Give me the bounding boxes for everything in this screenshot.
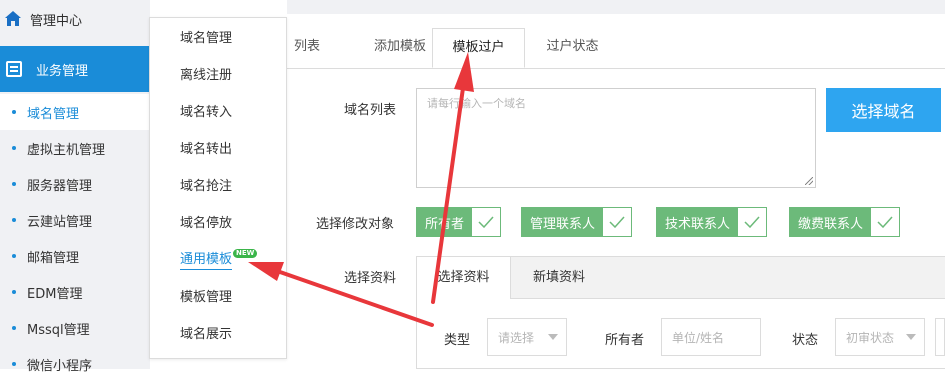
target-billing-contact-toggle[interactable]: 缴费联系人 xyxy=(789,207,901,237)
sidebar-item-server[interactable]: 服务器管理 xyxy=(0,166,150,202)
target-tech-contact-toggle[interactable]: 技术联系人 xyxy=(656,207,768,237)
sidebar-item-label: 虚拟主机管理 xyxy=(27,142,106,158)
submenu-item-domain-transfer-in[interactable]: 域名转入 xyxy=(150,92,286,129)
bullet-icon xyxy=(12,326,16,330)
bullet-icon xyxy=(12,254,16,258)
target-admin-contact-toggle[interactable]: 管理联系人 xyxy=(521,207,633,237)
submenu-item-domain-parking[interactable]: 域名停放 xyxy=(150,203,286,240)
submenu-item-label: 域名展示 xyxy=(180,327,233,342)
extra-field-edge[interactable] xyxy=(935,318,945,356)
check-icon xyxy=(603,208,631,236)
data-label: 选择资料 xyxy=(344,271,397,286)
sidebar-item-domain[interactable]: 域名管理 xyxy=(0,94,151,130)
tag-label: 缴费联系人 xyxy=(790,208,872,236)
domain-list-label: 域名列表 xyxy=(344,103,397,118)
submenu-item-general-template[interactable]: 通用模板 NEW xyxy=(150,240,286,277)
domain-submenu: 域名管理 离线注册 域名转入 域名转出 域名抢注 域名停放 通用模板 NEW 模板… xyxy=(149,17,287,359)
submenu-item-template-management[interactable]: 模板管理 xyxy=(150,277,286,314)
tab-label: 列表 xyxy=(293,39,320,54)
bullet-icon xyxy=(12,290,16,294)
tag-label: 所有者 xyxy=(417,208,473,236)
owner-input-placeholder: 单位/姓名 xyxy=(672,330,725,345)
tab-label: 过户状态 xyxy=(546,39,599,54)
tag-label: 管理联系人 xyxy=(522,208,604,236)
subtab-label: 选择资料 xyxy=(437,270,490,285)
submenu-item-label: 离线注册 xyxy=(180,68,233,83)
sidebar-item-edm[interactable]: EDM管理 xyxy=(0,274,150,310)
sidebar-item-label: 邮箱管理 xyxy=(27,250,80,266)
submenu-item-offline-register[interactable]: 离线注册 xyxy=(150,55,286,92)
sidebar-item-virtual-host[interactable]: 虚拟主机管理 xyxy=(0,130,150,166)
main-content: 列表 添加模板 模板过户 过户状态 域名列表 请每行输入一个域名 选择域名 选择… xyxy=(287,0,945,369)
submenu-item-domain-transfer-out[interactable]: 域名转出 xyxy=(150,129,286,166)
status-label: 状态 xyxy=(792,333,819,348)
management-center-link[interactable]: 管理中心 xyxy=(0,0,150,38)
select-domain-button[interactable]: 选择域名 xyxy=(826,88,941,132)
home-icon xyxy=(5,11,21,26)
domain-list-placeholder: 请每行输入一个域名 xyxy=(427,97,526,110)
business-management-label: 业务管理 xyxy=(36,63,89,79)
tab-template-transfer[interactable]: 模板过户 xyxy=(432,28,525,68)
bullet-icon xyxy=(12,182,16,186)
sidebar-item-label: 域名管理 xyxy=(27,106,80,122)
bullet-icon xyxy=(12,218,16,222)
submenu-item-label: 模板管理 xyxy=(180,290,233,305)
check-icon xyxy=(738,208,766,236)
sidebar-item-label: 云建站管理 xyxy=(27,214,93,230)
sidebar-item-label: 微信小程序 xyxy=(27,358,93,374)
bullet-icon xyxy=(12,362,16,366)
status-select[interactable]: 初审状态 xyxy=(835,318,925,356)
bullet-icon xyxy=(12,146,16,150)
sidebar-item-mail[interactable]: 邮箱管理 xyxy=(0,238,150,274)
resize-grip-icon[interactable] xyxy=(805,177,813,185)
sidebar-item-mssql[interactable]: Mssql管理 xyxy=(0,310,150,346)
business-icon xyxy=(6,61,22,77)
tab-list[interactable]: 列表 xyxy=(287,28,327,68)
submenu-item-label: 域名抢注 xyxy=(180,179,233,194)
business-management-group[interactable]: 业务管理 xyxy=(0,46,150,92)
sidebar-item-cloud-site[interactable]: 云建站管理 xyxy=(0,202,150,238)
submenu-item-label: 域名转入 xyxy=(180,105,233,120)
tab-transfer-status[interactable]: 过户状态 xyxy=(525,28,620,68)
type-select-value: 请选择 xyxy=(498,330,535,345)
sidebar: 管理中心 业务管理 域名管理 虚拟主机管理 服务器管理 云建站管理 邮箱管理 E… xyxy=(0,0,151,374)
sidebar-item-label: EDM管理 xyxy=(27,286,83,302)
top-strip xyxy=(287,0,945,14)
bullet-icon xyxy=(12,110,16,114)
submenu-item-domain-showcase[interactable]: 域名展示 xyxy=(150,314,286,351)
submenu-item-label: 通用模板 xyxy=(180,248,233,270)
new-badge: NEW xyxy=(233,249,258,258)
data-subtabs: 选择资料 新填资料 xyxy=(417,257,945,299)
chevron-down-icon xyxy=(548,334,558,340)
owner-input[interactable]: 单位/姓名 xyxy=(661,318,761,356)
sidebar-item-mini-program[interactable]: 微信小程序 xyxy=(0,346,150,382)
owner-label: 所有者 xyxy=(605,333,645,348)
sidebar-item-label: 服务器管理 xyxy=(27,178,93,194)
management-center-label: 管理中心 xyxy=(30,13,83,29)
tab-label: 添加模板 xyxy=(373,39,426,54)
type-select[interactable]: 请选择 xyxy=(487,318,567,356)
check-icon xyxy=(871,208,899,236)
tab-label: 模板过户 xyxy=(452,40,505,55)
submenu-item-label: 域名停放 xyxy=(180,216,233,231)
submenu-item-domain-management[interactable]: 域名管理 xyxy=(150,18,286,55)
subtab-select-data[interactable]: 选择资料 xyxy=(417,257,511,299)
target-label: 选择修改对象 xyxy=(316,217,395,232)
subtab-label: 新填资料 xyxy=(532,270,585,285)
check-icon xyxy=(472,208,500,236)
tab-bar: 列表 添加模板 模板过户 过户状态 xyxy=(287,28,945,69)
tag-label: 技术联系人 xyxy=(657,208,739,236)
subtab-new-data[interactable]: 新填资料 xyxy=(511,257,607,298)
submenu-item-label: 域名管理 xyxy=(180,31,233,46)
sidebar-item-label: Mssql管理 xyxy=(27,322,90,338)
submenu-item-label: 域名转出 xyxy=(180,142,233,157)
status-select-value: 初审状态 xyxy=(846,330,895,345)
chevron-down-icon xyxy=(906,334,916,340)
target-owner-toggle[interactable]: 所有者 xyxy=(416,207,502,237)
sidebar-list: 域名管理 虚拟主机管理 服务器管理 云建站管理 邮箱管理 EDM管理 Mssql… xyxy=(0,94,151,382)
submenu-item-domain-backorder[interactable]: 域名抢注 xyxy=(150,166,286,203)
domain-list-textarea[interactable]: 请每行输入一个域名 xyxy=(416,88,816,188)
type-label: 类型 xyxy=(444,333,471,348)
